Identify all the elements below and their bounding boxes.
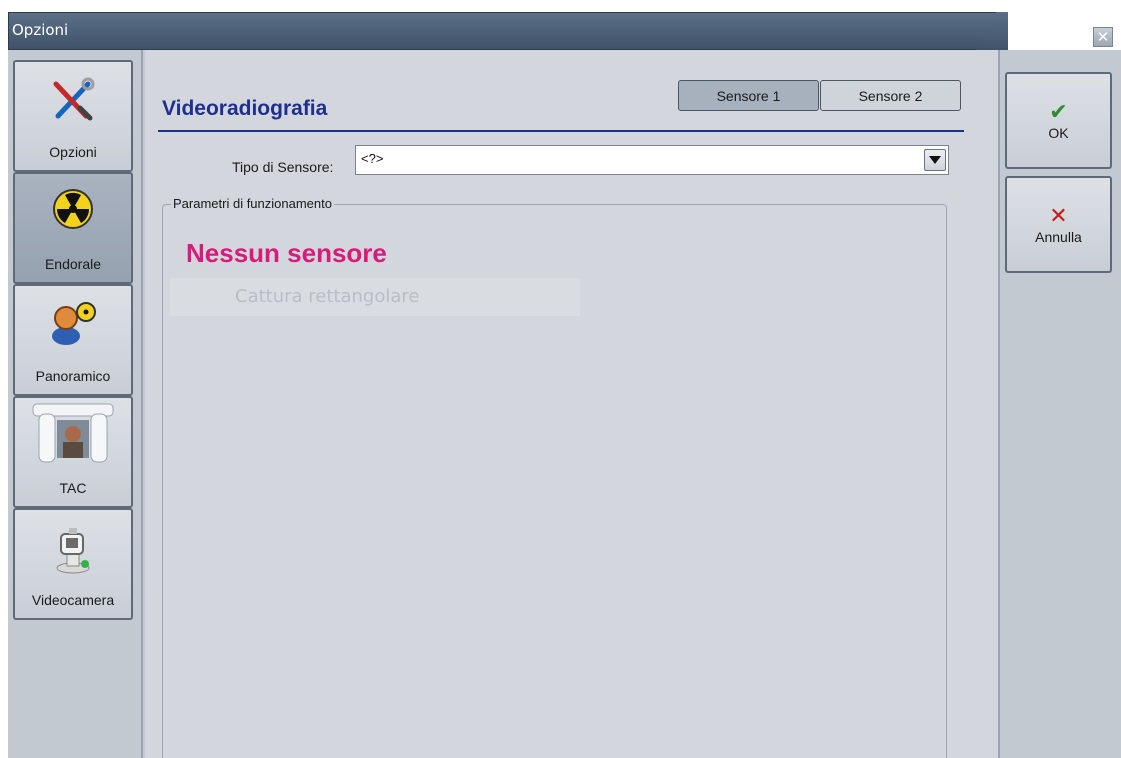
ok-button[interactable]: ✔ OK [1005,72,1112,169]
cancel-label: Annulla [1035,228,1082,245]
section-title: Videoradiografia [162,97,328,120]
dropdown-button[interactable] [924,149,946,171]
chevron-down-icon [929,156,941,164]
sensor-type-value: <?> [361,151,384,166]
nav-item-label: Videocamera [31,592,115,608]
sensor-type-select[interactable]: <?> [355,145,949,175]
title-underline [158,130,964,132]
sensor-status: Nessun sensore [186,238,387,268]
parameters-group-label: Parametri di funzionamento [171,196,334,211]
check-icon: ✔ [1049,98,1068,124]
nav-item-opzioni[interactable]: Opzioni [13,60,133,172]
close-icon: ✕ [1096,28,1110,46]
ok-label: OK [1048,124,1069,141]
tab-sensore-1[interactable]: Sensore 1 [678,80,819,111]
nav-item-label: TAC [59,480,87,496]
radiation-icon [53,189,93,229]
close-button[interactable]: ✕ [1093,27,1113,47]
nav-item-label: Panoramico [35,368,111,384]
nav-item-panoramico[interactable]: Panoramico [13,284,133,396]
capture-option-label: Cattura rettangolare [235,286,420,307]
x-icon: ✕ [1049,202,1068,228]
sensor-type-label: Tipo di Sensore: [232,159,334,175]
cancel-button[interactable]: ✕ Annulla [1005,176,1112,273]
nav-item-label: Opzioni [49,144,97,160]
tools-icon [53,77,95,121]
camera-icon [56,528,90,574]
patient-radiation-icon [52,302,96,345]
ct-scanner-icon [32,403,114,463]
title-bar: Opzioni [8,12,1041,50]
nav-item-tac[interactable]: TAC [13,396,133,508]
window-title: Opzioni [12,21,69,39]
nav-item-videocamera[interactable]: Videocamera [13,508,133,620]
tab-sensore-2[interactable]: Sensore 2 [820,80,961,111]
nav-item-endorale[interactable]: Endorale [13,172,133,284]
nav-item-label: Endorale [44,256,102,272]
